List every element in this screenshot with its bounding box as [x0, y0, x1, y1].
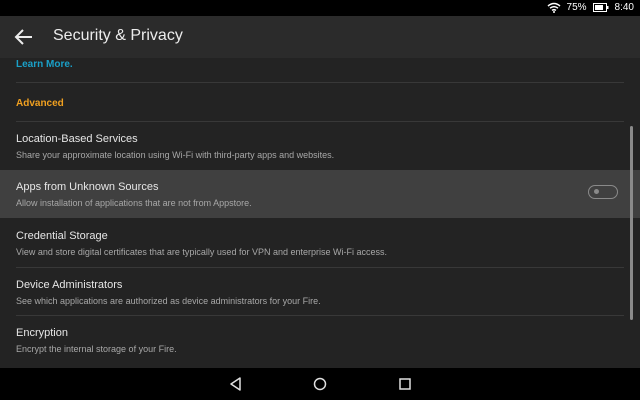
setting-title: Location-Based Services — [16, 133, 138, 145]
setting-apps-from-unknown-sources[interactable]: Apps from Unknown Sources Allow installa… — [0, 170, 640, 218]
setting-title: Encryption — [16, 327, 68, 339]
clock: 8:40 — [614, 2, 634, 13]
section-header-advanced: Advanced — [16, 98, 64, 109]
status-indicators: 75% 8:40 — [547, 2, 634, 13]
setting-title: Apps from Unknown Sources — [16, 181, 159, 193]
setting-credential-storage[interactable]: Credential Storage View and store digita… — [0, 219, 640, 267]
app-bar: Security & Privacy — [0, 16, 640, 58]
learn-more-link[interactable]: Learn More. — [16, 59, 73, 70]
page-title: Security & Privacy — [53, 27, 183, 44]
battery-icon — [592, 3, 609, 12]
setting-subtitle: Allow installation of applications that … — [16, 198, 252, 208]
unknown-sources-toggle[interactable] — [588, 185, 618, 199]
home-circle-icon[interactable] — [312, 376, 328, 392]
scrollbar[interactable] — [630, 126, 633, 320]
back-triangle-icon[interactable] — [228, 376, 244, 392]
navigation-bar — [0, 368, 640, 400]
settings-list: Learn More. Advanced Location-Based Serv… — [0, 58, 640, 368]
setting-device-administrators[interactable]: Device Administrators See which applicat… — [0, 268, 640, 316]
setting-title: Device Administrators — [16, 279, 123, 291]
recents-square-icon[interactable] — [397, 376, 413, 392]
toggle-knob — [594, 189, 599, 194]
divider — [16, 82, 624, 83]
setting-location-based-services[interactable]: Location-Based Services Share your appro… — [0, 122, 640, 170]
setting-subtitle: See which applications are authorized as… — [16, 296, 321, 306]
wifi-icon — [547, 2, 561, 13]
setting-subtitle: Share your approximate location using Wi… — [16, 150, 335, 160]
battery-percent: 75% — [566, 2, 587, 13]
status-bar: 75% 8:40 — [0, 0, 640, 16]
setting-subtitle: View and store digital certificates that… — [16, 247, 387, 257]
back-arrow-icon[interactable] — [12, 26, 36, 48]
setting-subtitle: Encrypt the internal storage of your Fir… — [16, 344, 177, 354]
setting-encryption[interactable]: Encryption Encrypt the internal storage … — [0, 316, 640, 364]
setting-title: Credential Storage — [16, 230, 108, 242]
